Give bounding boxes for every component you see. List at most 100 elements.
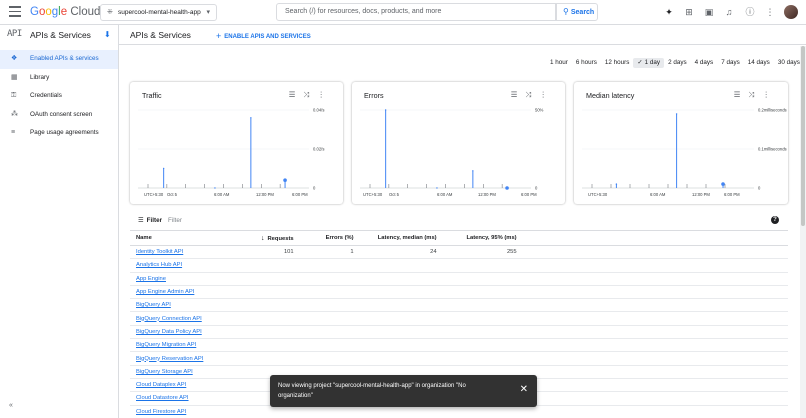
- sidebar-item-library[interactable]: ▦ Library: [0, 69, 118, 88]
- pin-icon[interactable]: ⬇: [104, 30, 111, 39]
- gemini-sparkle-icon[interactable]: ✦: [663, 6, 675, 18]
- traffic-chart: 0.04/s 0.02/s 0 UTC+5:30 Oct 5 6:00 AM 12:00 P…: [138, 108, 324, 197]
- api-name-link[interactable]: App Engine: [130, 272, 255, 286]
- range-7-days[interactable]: 7 days: [717, 58, 744, 68]
- notifications-icon[interactable]: ♫: [723, 6, 735, 18]
- api-name-link[interactable]: BigQuery Migration API: [130, 338, 255, 353]
- row-spacer: [522, 351, 788, 366]
- api-name-link[interactable]: Cloud Dataplex API: [130, 378, 255, 393]
- errors-chart: 50% 0 UTC+5:30 Oct 5 6:00 AM 12:00 PM 6:00 PM: [360, 108, 544, 197]
- scrollbar[interactable]: [800, 46, 806, 418]
- range-1-day[interactable]: ✓ 1 day: [633, 58, 665, 68]
- page-title: APIs & Services: [130, 30, 191, 40]
- latency-95-cell: [442, 258, 523, 273]
- latency-95-cell: [442, 325, 523, 340]
- latency-95-cell: [442, 351, 523, 366]
- latency-median-cell: [359, 272, 443, 286]
- logo-cloud-text: Cloud: [70, 6, 101, 18]
- api-name-link[interactable]: BigQuery Reservation API: [130, 351, 255, 366]
- search-placeholder: Search (/) for resources, docs, products…: [285, 8, 442, 15]
- x-tick-label: 12:00 PM: [692, 192, 710, 197]
- col-errors-header[interactable]: Errors (%): [299, 230, 360, 246]
- filter-input[interactable]: Filter: [168, 217, 182, 224]
- range-12-hours[interactable]: 12 hours: [601, 58, 634, 68]
- requests-cell: [255, 298, 300, 313]
- col-name-header[interactable]: Name: [130, 230, 255, 246]
- google-cloud-logo[interactable]: Google Cloud: [30, 6, 100, 18]
- api-name-link[interactable]: Analytics Hub API: [130, 258, 255, 273]
- api-name-link[interactable]: BigQuery Connection API: [130, 311, 255, 326]
- col-requests-header[interactable]: ↓ Requests: [255, 230, 300, 246]
- api-name-link[interactable]: Cloud Firestore API: [130, 405, 255, 418]
- row-spacer: [522, 285, 788, 300]
- row-spacer: [522, 338, 788, 353]
- api-name-link[interactable]: BigQuery Data Policy API: [130, 325, 255, 340]
- avatar[interactable]: [784, 5, 798, 19]
- chevron-down-icon: ▾: [206, 9, 210, 16]
- x-tick-label: UTC+5:30: [588, 192, 608, 197]
- data-point: [615, 183, 618, 185]
- traffic-chart-card: Traffic ☰⤨⋮ 0.04/s 0.02/s 0 UTC+5:30 Oct 5 6:…: [130, 82, 343, 204]
- y-tick-label: 0.2milliseconds: [758, 108, 787, 113]
- help-icon[interactable]: ⓘ: [744, 6, 756, 18]
- range-6-hours[interactable]: 6 hours: [572, 58, 601, 68]
- filter-icon: ☰: [138, 217, 144, 224]
- data-point: [675, 113, 678, 115]
- api-name-link[interactable]: App Engine Admin API: [130, 285, 255, 300]
- close-icon[interactable]: ✕: [520, 384, 528, 396]
- col-latency-median-header[interactable]: Latency, median (ms): [359, 230, 443, 246]
- gift-icon[interactable]: ⊞: [683, 6, 695, 18]
- x-tick-label: 12:00 PM: [256, 192, 274, 197]
- collapse-sidebar-icon[interactable]: «: [9, 402, 13, 409]
- main-header: APIs & Services + ENABLE APIS AND SERVICE…: [119, 25, 806, 45]
- filter-label[interactable]: ☰ Filter: [138, 217, 162, 224]
- latency-95-cell: [442, 285, 523, 300]
- cloud-shell-icon[interactable]: ▣: [703, 6, 715, 18]
- y-tick-label: 0.1milliseconds: [758, 147, 787, 152]
- x-tick-label: 6:00 AM: [437, 192, 453, 197]
- requests-cell: [255, 405, 300, 418]
- api-name-link[interactable]: BigQuery API: [130, 298, 255, 313]
- data-point: [384, 109, 387, 111]
- table-row: Analytics Hub API: [130, 258, 788, 273]
- project-selector[interactable]: ⁜ supercool-mental-health-app ▾: [100, 4, 217, 21]
- data-point: [250, 117, 252, 119]
- help-icon[interactable]: ?: [771, 216, 779, 224]
- sidebar-item-credentials[interactable]: ⚿ Credentials: [0, 87, 118, 106]
- errors-cell: [299, 351, 360, 366]
- latency-chart: 0.2milliseconds 0.1milliseconds 0 UTC+5:30 6…: [582, 108, 787, 197]
- key-icon: ⚿: [11, 92, 17, 99]
- range-4-days[interactable]: 4 days: [691, 58, 718, 68]
- api-name-link[interactable]: BigQuery Storage API: [130, 365, 255, 379]
- x-tick-label: 6:00 AM: [214, 192, 230, 197]
- latency-median-cell: [359, 298, 443, 313]
- range-14-days[interactable]: 14 days: [744, 58, 774, 68]
- requests-cell: 101: [255, 245, 300, 260]
- scrollbar-thumb[interactable]: [801, 46, 805, 226]
- enable-apis-button[interactable]: + ENABLE APIS AND SERVICES: [216, 30, 311, 41]
- more-vert-icon[interactable]: ⋮: [764, 6, 776, 18]
- api-product-icon: API: [7, 29, 22, 39]
- search-input[interactable]: Search (/) for resources, docs, products…: [276, 3, 556, 21]
- sidebar-item-page-usage[interactable]: ≡ Page usage agreements: [0, 124, 118, 143]
- row-spacer: [522, 272, 788, 286]
- api-name-link[interactable]: Cloud Datastore API: [130, 391, 255, 406]
- col-latency-95-header[interactable]: Latency, 95% (ms): [442, 230, 523, 246]
- menu-icon[interactable]: [9, 6, 21, 18]
- range-1-hour[interactable]: 1 hour: [546, 58, 572, 68]
- sidebar-item-oauth-consent[interactable]: ⁂ OAuth consent screen: [0, 106, 118, 125]
- range-2-days[interactable]: 2 days: [664, 58, 691, 68]
- api-name-link[interactable]: Identity Toolkit API: [130, 245, 255, 260]
- requests-cell: [255, 258, 300, 273]
- latency-95-cell: [442, 405, 523, 418]
- sidebar-header: API APIs & Services ⬇: [0, 25, 118, 45]
- sidebar-item-enabled-apis[interactable]: ❖ Enabled APIs & services: [0, 50, 118, 69]
- project-icon: ⁜: [107, 9, 113, 16]
- check-icon: ✓: [637, 59, 643, 66]
- search-button[interactable]: ⚲ Search: [556, 3, 598, 21]
- latency-median-cell: [359, 405, 443, 418]
- requests-cell: [255, 285, 300, 300]
- x-tick-label: UTC+5:30: [144, 192, 164, 197]
- y-tick-label: 0: [535, 186, 538, 191]
- settings-icon: ≡: [11, 129, 16, 136]
